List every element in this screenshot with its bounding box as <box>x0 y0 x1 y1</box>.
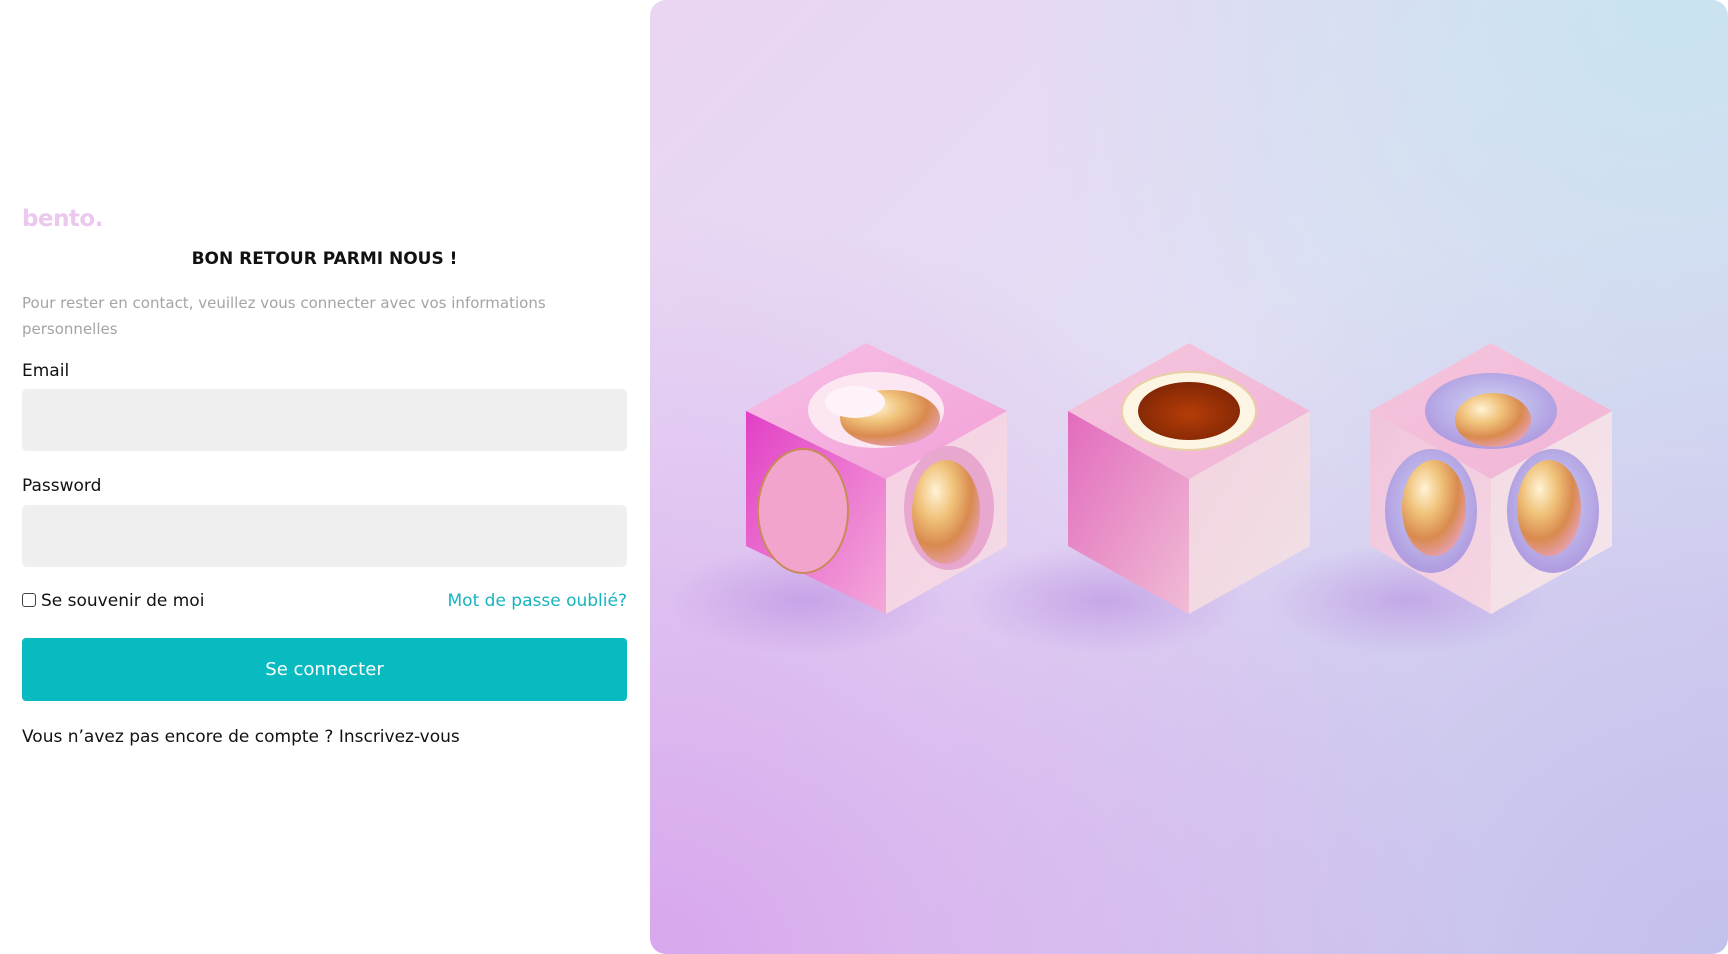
signup-prompt: Vous n’avez pas encore de compte ? Inscr… <box>22 726 460 748</box>
brand-logo: bento. <box>22 206 103 232</box>
forgot-password-link[interactable]: Mot de passe oublié? <box>448 590 627 612</box>
signup-link[interactable]: Inscrivez-vous <box>339 727 460 747</box>
remember-me-checkbox[interactable] <box>22 593 36 607</box>
login-button[interactable]: Se connecter <box>22 638 627 701</box>
remember-me-label[interactable]: Se souvenir de moi <box>41 590 204 612</box>
page-subtitle: Pour rester en contact, veuillez vous co… <box>22 294 546 338</box>
hero-illustration <box>650 0 1728 954</box>
cubes-illustration <box>665 343 1612 655</box>
password-label: Password <box>22 476 102 496</box>
email-field[interactable] <box>22 389 627 451</box>
password-field[interactable] <box>22 505 627 567</box>
remember-forgot-row: Se souvenir de moi Mot de passe oublié? <box>22 590 627 614</box>
email-label: Email <box>22 361 70 381</box>
login-form-panel: bento. BON RETOUR PARMI NOUS ! Pour rest… <box>22 0 627 954</box>
signup-prompt-text: Vous n’avez pas encore de compte ? <box>22 727 334 747</box>
login-page: bento. BON RETOUR PARMI NOUS ! Pour rest… <box>0 0 1728 954</box>
page-title: BON RETOUR PARMI NOUS ! <box>191 249 458 269</box>
